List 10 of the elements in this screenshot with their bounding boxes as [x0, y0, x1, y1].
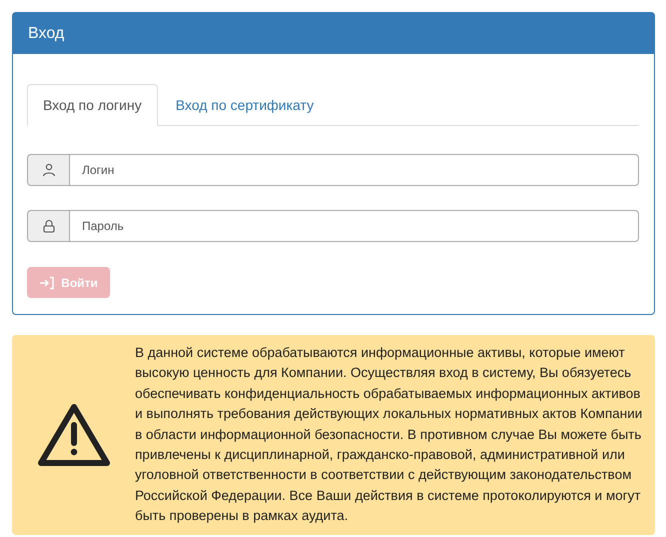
tab[interactable]: Вход по логину: [27, 84, 158, 126]
input-field[interactable]: Пароль: [69, 210, 639, 242]
input-field[interactable]: Логин: [69, 154, 639, 186]
tab[interactable]: Вход по сертификату: [160, 84, 330, 126]
warning-icon: [38, 402, 110, 467]
lock-icon: [42, 219, 56, 233]
sign-in-icon: [39, 276, 56, 290]
user-icon: [42, 163, 56, 177]
warning-text: В данной системе обрабатываются информационные активы, которые имеют высокую ценность для Компании. Осуществляя вход в систему, Вы обязуетесь обеспечивать конфиденциальность обрабатываемых информационных активов и выполнять требования действующих локальных нормативных актов Компании в области информационной безопасности. В противном случае Вы можете быть привлечены к дисциплинарной, гражданско-правовой, административной или уголовной ответственности в соответствии с действующим законодательством Российской Федерации. Все Ваши действия в системе протоколируются и могут быть проверены в рамках аудита.: [135, 344, 644, 526]
panel-title: Вход: [28, 24, 64, 42]
